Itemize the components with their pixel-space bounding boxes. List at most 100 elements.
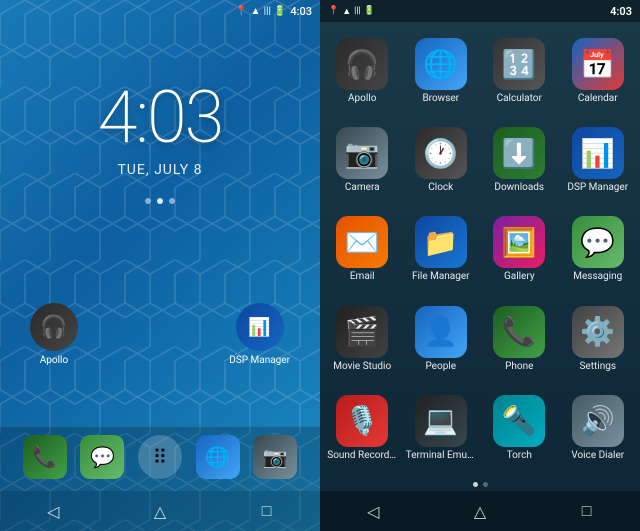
app-moviestudio[interactable]: 🎬 Movie Studio [324, 296, 401, 383]
nav-bar-left: ◁ △ □ [0, 491, 320, 531]
moviestudio-label: Movie Studio [333, 361, 391, 373]
settings-label: Settings [579, 361, 616, 373]
homescreen-icons: 🎧 Apollo 📊 DSP Manager [0, 303, 320, 426]
dock-camera[interactable]: 📷 [253, 435, 297, 479]
people-label: People [425, 361, 456, 373]
status-icons-left: 📍 ▲ ||| 🔋 [235, 6, 286, 17]
app-camera[interactable]: 📷 Camera [324, 117, 401, 204]
lock-dot-1 [145, 198, 151, 204]
back-btn-right[interactable]: ◁ [353, 496, 393, 526]
app-clock[interactable]: 🕐 Clock [403, 117, 480, 204]
people-icon: 👤 [415, 306, 467, 358]
calendar-label: Calendar [578, 93, 618, 105]
recents-btn-left[interactable]: □ [247, 496, 287, 526]
dsp-label: DSP Manager [567, 182, 628, 194]
home-btn-left[interactable]: △ [140, 496, 180, 526]
lock-dot-3 [169, 198, 175, 204]
soundrec-label: Sound Recorder [327, 450, 397, 462]
dsp-home-label: DSP Manager [229, 355, 290, 366]
voicedialer-icon: 🔊 [572, 395, 624, 447]
homescreen-apollo[interactable]: 🎧 Apollo [30, 303, 78, 366]
app-settings[interactable]: ⚙️ Settings [560, 296, 637, 383]
recents-btn-right[interactable]: □ [567, 496, 607, 526]
voicedialer-label: Voice Dialer [571, 450, 624, 462]
torch-icon: 🔦 [493, 395, 545, 447]
app-grid: 🎧 Apollo 🌐 Browser 🔢 Calculator 📅 Calend… [320, 22, 640, 478]
camera-label: Camera [345, 182, 380, 194]
email-icon: ✉️ [336, 216, 388, 268]
clock-label: Clock [428, 182, 453, 194]
pager-dot-2 [483, 482, 488, 487]
app-apollo[interactable]: 🎧 Apollo [324, 28, 401, 115]
phone-label: Phone [505, 361, 533, 373]
lock-dots [145, 198, 175, 204]
downloads-icon: ⬇️ [493, 127, 545, 179]
downloads-label: Downloads [494, 182, 544, 194]
lock-dot-2 [157, 198, 163, 204]
status-icons-right: 📍 ▲ ||| 🔋 [328, 6, 375, 17]
terminal-icon: 💻 [415, 395, 467, 447]
app-torch[interactable]: 🔦 Torch [481, 385, 558, 472]
battery-icon: 🔋 [274, 6, 286, 17]
app-calendar[interactable]: 📅 Calendar [560, 28, 637, 115]
app-terminal[interactable]: 💻 Terminal Emulat. [403, 385, 480, 472]
app-people[interactable]: 👤 People [403, 296, 480, 383]
messaging-icon: 💬 [572, 216, 624, 268]
calendar-icon: 📅 [572, 38, 624, 90]
app-drawer: 📍 ▲ ||| 🔋 4:03 🎧 Apollo 🌐 Browser 🔢 Calc… [320, 0, 640, 531]
nav-bar-right: ◁ △ □ [320, 491, 640, 531]
app-calculator[interactable]: 🔢 Calculator [481, 28, 558, 115]
signal-icon: ||| [264, 6, 271, 17]
status-time-left: 4:03 [290, 5, 312, 18]
back-btn-left[interactable]: ◁ [33, 496, 73, 526]
app-browser[interactable]: 🌐 Browser [403, 28, 480, 115]
app-messaging[interactable]: 💬 Messaging [560, 206, 637, 293]
app-downloads[interactable]: ⬇️ Downloads [481, 117, 558, 204]
dock-phone[interactable]: 📞 [23, 435, 67, 479]
apollo-home-label: Apollo [40, 355, 68, 366]
browser-icon: 🌐 [415, 38, 467, 90]
settings-icon: ⚙️ [572, 306, 624, 358]
soundrec-icon: 🎙️ [336, 395, 388, 447]
app-email[interactable]: ✉️ Email [324, 206, 401, 293]
apollo-icon: 🎧 [336, 38, 388, 90]
app-filemanager[interactable]: 📁 File Manager [403, 206, 480, 293]
calculator-label: Calculator [497, 93, 542, 105]
dock-messaging[interactable]: 💬 [80, 435, 124, 479]
pager-dot-1 [473, 482, 478, 487]
gallery-icon: 🖼️ [493, 216, 545, 268]
lock-date: TUE, JULY 8 [117, 162, 202, 178]
app-gallery[interactable]: 🖼️ Gallery [481, 206, 558, 293]
pager-dots [320, 478, 640, 491]
apollo-home-icon: 🎧 [30, 303, 78, 351]
browser-label: Browser [422, 93, 459, 105]
location-icon: 📍 [235, 6, 247, 17]
wifi-icon-r: ▲ [342, 6, 351, 17]
lock-clock: 4:03 [98, 82, 223, 154]
email-label: Email [350, 271, 375, 283]
app-phone[interactable]: 📞 Phone [481, 296, 558, 383]
status-bar-right: 📍 ▲ ||| 🔋 4:03 [320, 0, 640, 22]
status-bar-left: 📍 ▲ ||| 🔋 4:03 [0, 0, 320, 22]
battery-icon-r: 🔋 [364, 6, 375, 16]
lock-screen: 📍 ▲ ||| 🔋 4:03 4:03 TUE, JULY 8 🎧 Apollo… [0, 0, 320, 531]
dsp-home-icon: 📊 [236, 303, 284, 351]
terminal-label: Terminal Emulat. [406, 450, 476, 462]
camera-icon: 📷 [336, 127, 388, 179]
dsp-icon: 📊 [572, 127, 624, 179]
moviestudio-icon: 🎬 [336, 306, 388, 358]
app-voicedialer[interactable]: 🔊 Voice Dialer [560, 385, 637, 472]
app-dsp[interactable]: 📊 DSP Manager [560, 117, 637, 204]
phone-icon: 📞 [493, 306, 545, 358]
homescreen-dsp[interactable]: 📊 DSP Manager [229, 303, 290, 366]
lock-time-area: 4:03 TUE, JULY 8 [0, 22, 320, 303]
dock-launcher[interactable]: ⠿ [138, 435, 182, 479]
wifi-icon: ▲ [251, 6, 261, 17]
filemanager-icon: 📁 [415, 216, 467, 268]
home-btn-right[interactable]: △ [460, 496, 500, 526]
app-soundrec[interactable]: 🎙️ Sound Recorder [324, 385, 401, 472]
dock-browser[interactable]: 🌐 [196, 435, 240, 479]
status-time-right: 4:03 [610, 5, 632, 18]
signal-icon-r: ||| [354, 6, 361, 16]
clock-icon: 🕐 [415, 127, 467, 179]
